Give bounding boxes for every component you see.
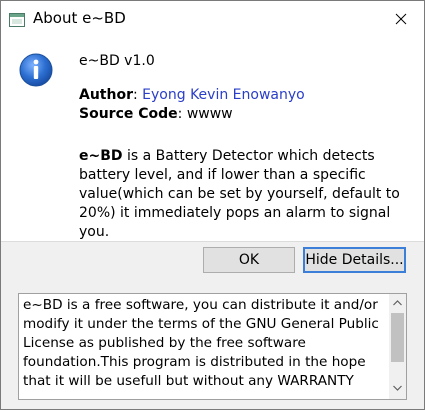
source-code-label: Source Code xyxy=(79,106,178,122)
author-link[interactable]: Eyong Kevin Enowanyo xyxy=(142,87,305,103)
details-textbox[interactable]: e~BD is a free software, you can distrib… xyxy=(18,293,407,400)
about-content: e~BD v1.0 Author: Eyong Kevin Enowanyo S… xyxy=(1,38,424,241)
close-icon xyxy=(395,13,407,25)
app-description: e~BD is a Battery Detector which detects… xyxy=(79,147,417,242)
scroll-thumb[interactable] xyxy=(391,313,404,362)
info-icon xyxy=(19,53,53,87)
about-dialog: About e~BD e~BD v1.0 Author: Eyong Kevin… xyxy=(0,0,425,410)
author-label: Author xyxy=(79,87,133,103)
source-code-value: wwww xyxy=(186,106,233,122)
window-title: About e~BD xyxy=(33,9,126,27)
details-text: e~BD is a free software, you can distrib… xyxy=(23,297,379,389)
title-bar: About e~BD xyxy=(1,1,424,38)
window-icon xyxy=(9,12,25,27)
scroll-up-arrow-icon[interactable] xyxy=(393,300,402,306)
divider xyxy=(1,241,424,242)
details-scrollbar[interactable] xyxy=(389,294,406,399)
hide-details-button[interactable]: Hide Details... xyxy=(303,247,406,273)
app-version: e~BD v1.0 xyxy=(79,53,155,69)
scroll-down-arrow-icon[interactable] xyxy=(393,385,402,391)
source-code-line: Source Code: wwww xyxy=(79,106,233,122)
author-line: Author: Eyong Kevin Enowanyo xyxy=(79,87,305,103)
close-button[interactable] xyxy=(378,1,424,38)
description-text: is a Battery Detector which detects batt… xyxy=(79,148,400,240)
description-app-name: e~BD xyxy=(79,148,123,164)
ok-button[interactable]: OK xyxy=(203,247,295,273)
